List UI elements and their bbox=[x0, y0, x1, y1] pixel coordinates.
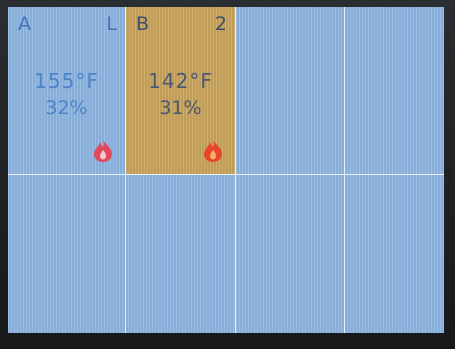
zone-tile-empty[interactable] bbox=[8, 175, 126, 333]
flame-icon bbox=[204, 140, 222, 162]
zone-humidity: 31% bbox=[159, 97, 202, 119]
zone-tile-empty[interactable] bbox=[126, 175, 236, 333]
zone-temperature: 155°F bbox=[34, 69, 99, 93]
zone-tag: 2 bbox=[214, 13, 227, 35]
zone-tile-empty[interactable] bbox=[236, 7, 345, 175]
zone-tag: L bbox=[106, 13, 117, 35]
zone-name: B bbox=[136, 13, 150, 35]
zone-temperature: 142°F bbox=[148, 69, 213, 93]
zone-grid: A L 155°F 32% B 2 142°F 31% bbox=[8, 7, 444, 333]
zone-tile-empty[interactable] bbox=[345, 7, 444, 175]
display-screen: A L 155°F 32% B 2 142°F 31% bbox=[8, 7, 444, 333]
zone-tile-a[interactable]: A L 155°F 32% bbox=[8, 7, 126, 175]
flame-icon bbox=[94, 140, 112, 162]
zone-humidity: 32% bbox=[45, 97, 88, 119]
device-bezel: A L 155°F 32% B 2 142°F 31% bbox=[0, 0, 455, 349]
zone-tile-empty[interactable] bbox=[345, 175, 444, 333]
zone-tile-empty[interactable] bbox=[236, 175, 345, 333]
zone-tile-b[interactable]: B 2 142°F 31% bbox=[126, 7, 236, 175]
zone-name: A bbox=[18, 13, 31, 35]
